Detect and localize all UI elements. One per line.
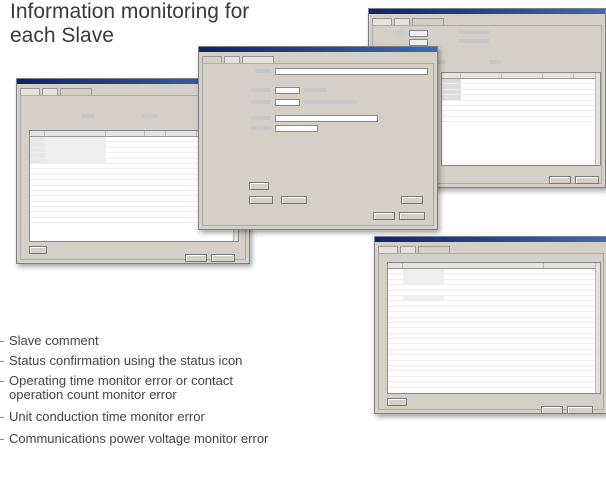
tab-detail[interactable] [418,246,450,253]
window-body [378,253,604,413]
feature-item-operating-time-cont: operation count monitor error [0,388,177,402]
ok-button[interactable] [185,254,207,262]
vertical-scrollbar[interactable] [595,263,600,393]
tab-general[interactable] [202,56,222,63]
tab-io[interactable] [42,88,58,95]
table-row[interactable] [388,382,600,388]
field-label [251,100,271,104]
value-field[interactable] [409,39,428,46]
edit-button[interactable] [29,246,47,254]
slave-monitor-window-bottom-right [374,236,606,414]
compare-button[interactable] [281,196,307,204]
bullet-tick-icon [0,417,4,419]
feature-text: operation count monitor error [9,387,177,402]
option-label [81,114,95,118]
ok-button[interactable] [541,406,563,413]
tab-general[interactable] [20,88,40,95]
tab-io[interactable] [394,18,410,25]
heading-line-2: each Slave [10,24,114,47]
feature-item-operating-time: Operating time monitor error or contact [0,374,233,388]
vertical-scrollbar[interactable] [595,73,600,165]
tab-general[interactable] [372,18,392,25]
feature-text: Communications power voltage monitor err… [9,431,269,446]
value-field[interactable] [275,87,300,94]
feature-text: Slave comment [9,333,99,348]
bullet-tick-icon [0,341,4,343]
field-label [251,126,271,130]
side-button[interactable] [249,182,269,190]
feature-item-slave-comment: Slave comment [0,334,99,348]
title-bar[interactable] [375,237,606,242]
cancel-button[interactable] [399,212,425,220]
table-row[interactable] [442,117,600,123]
tab-detail[interactable] [60,88,92,95]
heading-line-1: Information monitoring for [10,0,250,23]
unit-label [303,100,357,104]
cancel-button[interactable] [211,254,235,262]
slave-table [441,72,601,166]
ok-button[interactable] [549,176,571,184]
unit-label [303,88,327,92]
cancel-button[interactable] [567,406,593,413]
bullet-tick-icon [0,361,4,363]
cancel-button[interactable] [575,176,599,184]
feature-text: Status confirmation using the status ico… [9,353,243,368]
comment-field[interactable] [275,68,428,75]
field-label [251,116,271,120]
unit-label [459,39,489,43]
tab-general[interactable] [378,246,398,253]
field-label [251,88,271,92]
feature-item-unit-conduction: Unit conduction time monitor error [0,410,205,424]
slave-properties-window [198,46,438,230]
feature-item-power-voltage: Communications power voltage monitor err… [0,432,268,446]
title-bar[interactable] [199,47,437,52]
dropdown[interactable] [275,125,318,132]
value-field[interactable] [275,99,300,106]
tab-detail[interactable] [412,18,444,25]
feature-text: Operating time monitor error or contact [9,373,233,388]
bullet-tick-icon [0,381,4,383]
tab-strip [20,88,94,95]
dropdown[interactable] [275,115,378,122]
comment-label [255,69,271,73]
unit-label [459,30,489,34]
title-bar[interactable] [369,9,605,14]
option-label [141,114,157,118]
field-label [395,30,405,35]
tab-strip [372,18,446,25]
tab-strip [202,56,276,63]
bullet-spacer [0,395,4,396]
slave-table [387,262,601,394]
edit-button[interactable] [387,398,407,406]
bullet-tick-icon [0,439,4,441]
feature-item-status-confirmation: Status confirmation using the status ico… [0,354,242,368]
tab-io[interactable] [400,246,416,253]
tab-detail[interactable] [242,56,274,63]
ok-button[interactable] [373,212,395,220]
option-label [489,60,501,64]
value-field[interactable] [409,30,428,37]
tab-strip [378,246,452,253]
window-body [202,63,434,226]
update-button[interactable] [401,196,423,204]
tab-io[interactable] [224,56,240,63]
download-button[interactable] [249,196,273,204]
feature-text: Unit conduction time monitor error [9,409,205,424]
